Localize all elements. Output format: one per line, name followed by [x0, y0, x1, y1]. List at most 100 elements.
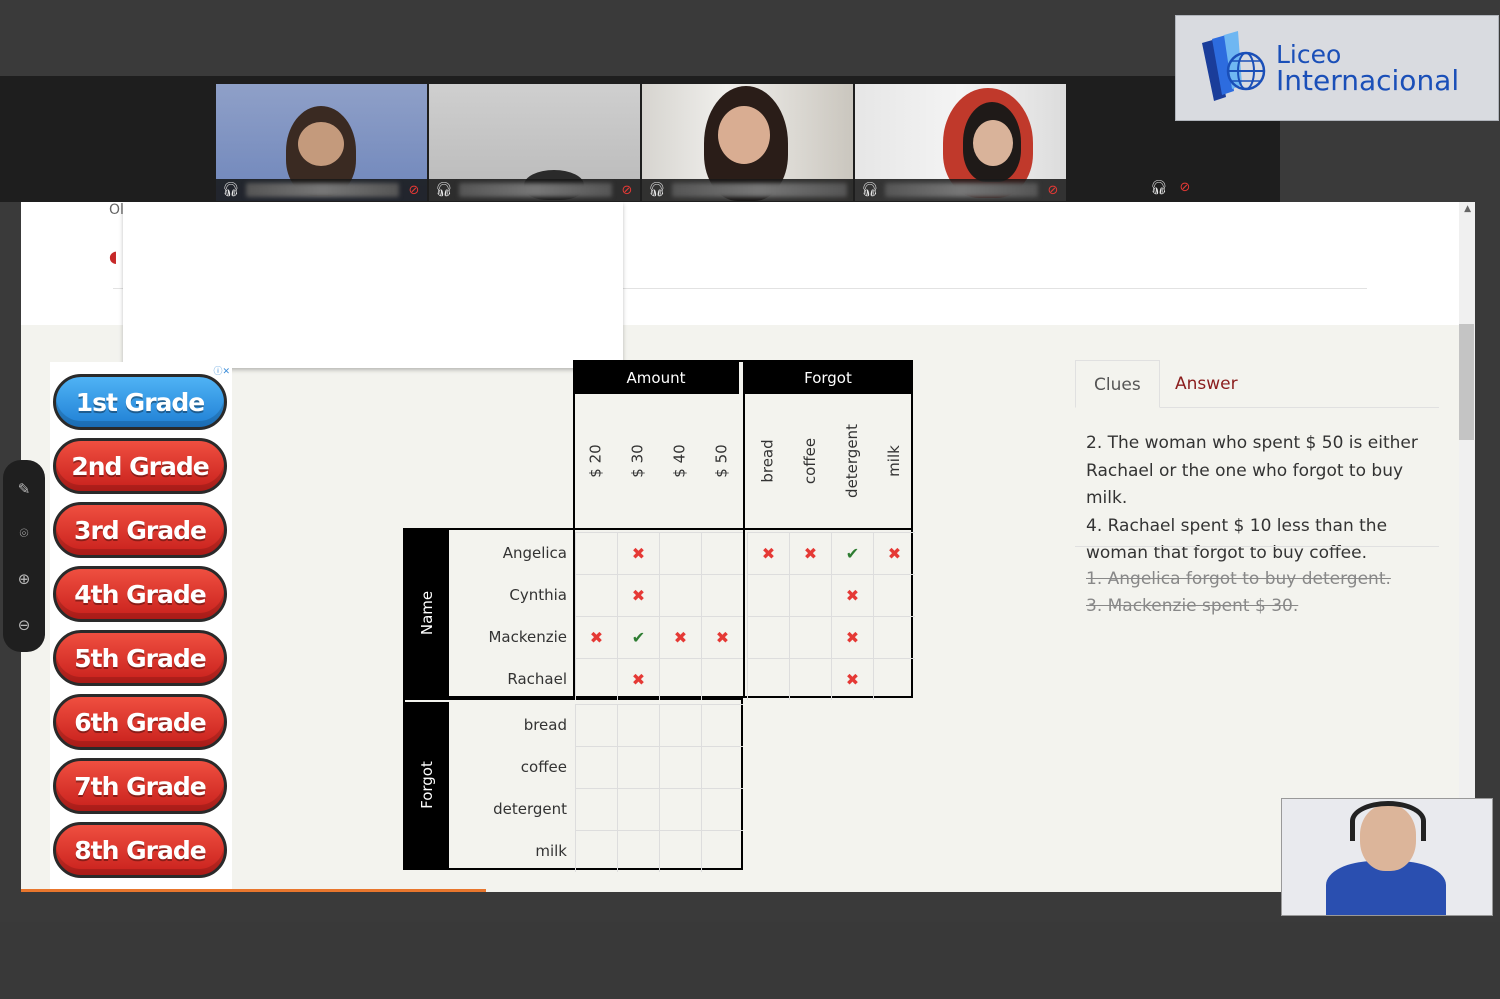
grid-cell[interactable] — [701, 788, 743, 830]
self-view-video[interactable] — [1281, 798, 1493, 916]
grid-cell-cross-icon[interactable]: ✖ — [617, 658, 659, 700]
tab-answer[interactable]: Answer — [1157, 360, 1256, 408]
grid-cell[interactable] — [789, 658, 831, 700]
grid-cell-cross-icon[interactable]: ✖ — [575, 616, 617, 658]
participant-controls-5: 🎧︎ ⊘ — [1150, 180, 1192, 196]
grid-cell-cross-icon[interactable]: ✖ — [617, 532, 659, 574]
grid-cell[interactable] — [701, 704, 743, 746]
grid-cell-cross-icon[interactable]: ✖ — [831, 574, 873, 616]
grid-cell[interactable] — [575, 532, 617, 574]
participant-tile-4[interactable]: 🎧︎ ⊘ — [855, 84, 1066, 201]
grid-cell-cross-icon[interactable]: ✖ — [747, 532, 789, 574]
mic-off-icon[interactable]: ⊘ — [1178, 180, 1192, 196]
grade-button[interactable]: 5th Grade — [53, 630, 227, 686]
grid-cell[interactable] — [659, 658, 701, 700]
grade-button[interactable]: 6th Grade — [53, 694, 227, 750]
grid-cell[interactable] — [659, 830, 701, 872]
grid-cell[interactable] — [617, 704, 659, 746]
blurred-participant-name — [672, 183, 847, 197]
grid-cell-cross-icon[interactable]: ✖ — [701, 616, 743, 658]
bottom-bar — [0, 922, 1500, 999]
completed-clue-item[interactable]: 3. Mackenzie spent $ 30. — [1086, 593, 1442, 620]
grid-cell[interactable] — [747, 616, 789, 658]
grade-button[interactable]: 7th Grade — [53, 758, 227, 814]
blurred-participant-name — [459, 183, 612, 197]
grid-cell[interactable] — [617, 746, 659, 788]
participant-namebar: 🎧︎ ⊘ — [855, 179, 1066, 201]
zoom-out-icon[interactable]: ⊖ — [3, 616, 45, 634]
grid-cell[interactable] — [575, 658, 617, 700]
grid-cell[interactable] — [575, 830, 617, 872]
grid-cell[interactable] — [873, 574, 915, 616]
grid-cell[interactable] — [701, 658, 743, 700]
participant-tile-1[interactable]: 🎧︎ ⊘ — [216, 84, 427, 201]
headphones-icon[interactable]: 🎧︎ — [861, 182, 879, 198]
grid-cell-cross-icon[interactable]: ✖ — [831, 658, 873, 700]
grid-cell[interactable] — [659, 532, 701, 574]
headphones-icon[interactable]: 🎧︎ — [1150, 180, 1168, 196]
grid-cell[interactable] — [659, 574, 701, 616]
grid-cell[interactable] — [701, 532, 743, 574]
zoom-in-icon[interactable]: ⊕ — [3, 570, 45, 588]
annotation-toolbar: ✎ ⌾ ⊕ ⊖ — [3, 460, 45, 652]
tab-clues[interactable]: Clues — [1075, 360, 1160, 408]
grid-cell[interactable] — [701, 746, 743, 788]
grid-cell[interactable] — [873, 658, 915, 700]
scroll-up-icon[interactable]: ▲ — [1464, 204, 1471, 214]
grid-cell[interactable] — [575, 574, 617, 616]
header-stub-icon: ◖ — [109, 247, 118, 266]
participant-namebar: 🎧︎ ⊘ — [216, 179, 427, 201]
grid-cell[interactable] — [789, 616, 831, 658]
grid-cell[interactable] — [617, 788, 659, 830]
logic-puzzle-grid: Amount Forgot Name Forgot $ 20 $ 30 $ 40 $ … — [403, 360, 915, 872]
completed-clue-item[interactable]: 1. Angelica forgot to buy detergent. — [1086, 566, 1442, 593]
grid-cell-check-icon[interactable]: ✔ — [617, 616, 659, 658]
grid-cell[interactable] — [659, 746, 701, 788]
headphones-icon[interactable]: 🎧︎ — [222, 182, 240, 198]
clue-item[interactable]: 4. Rachael spent $ 10 less than the woma… — [1086, 513, 1442, 568]
scroll-thumb[interactable] — [1459, 324, 1474, 440]
grid-cell-cross-icon[interactable]: ✖ — [873, 532, 915, 574]
grid-cell[interactable] — [617, 830, 659, 872]
grid-cell[interactable] — [701, 830, 743, 872]
grade-button[interactable]: 1st Grade — [53, 374, 227, 430]
blurred-participant-name — [246, 183, 399, 197]
grid-cell[interactable] — [701, 574, 743, 616]
grade-button[interactable]: 4th Grade — [53, 566, 227, 622]
logo-text: Liceo Internacional — [1276, 42, 1459, 95]
mic-off-icon[interactable]: ⊘ — [620, 183, 634, 198]
grid-cell-cross-icon[interactable]: ✖ — [659, 616, 701, 658]
grid-cell-cross-icon[interactable]: ✖ — [789, 532, 831, 574]
participant-tile-2[interactable]: 🎧︎ ⊘ — [429, 84, 640, 201]
grid-cell[interactable] — [873, 616, 915, 658]
grid-cell[interactable] — [659, 704, 701, 746]
ad-close-icon[interactable]: ⓘ✕ — [213, 364, 230, 377]
grid-cell[interactable] — [575, 788, 617, 830]
grid-cell[interactable] — [747, 658, 789, 700]
headphones-icon[interactable]: 🎧︎ — [648, 182, 666, 198]
page-scrollbar[interactable]: ▲ — [1459, 202, 1475, 892]
grid-cell-cross-icon[interactable]: ✖ — [617, 574, 659, 616]
school-logo: Liceo Internacional — [1175, 15, 1499, 121]
grid-cell[interactable] — [789, 574, 831, 616]
participant-tile-3[interactable]: 🎧︎ — [642, 84, 853, 201]
grid-cell[interactable] — [659, 788, 701, 830]
grid-cell[interactable] — [575, 704, 617, 746]
clue-item[interactable]: 2. The woman who spent $ 50 is either Ra… — [1086, 430, 1442, 513]
grid-cell[interactable] — [575, 746, 617, 788]
mic-off-icon[interactable]: ⊘ — [407, 183, 421, 198]
grid-cell-check-icon[interactable]: ✔ — [831, 532, 873, 574]
grid-cell[interactable] — [747, 574, 789, 616]
completed-clues: 1. Angelica forgot to buy detergent. 3. … — [1086, 566, 1442, 620]
mic-off-icon[interactable]: ⊘ — [1046, 183, 1060, 198]
header-stub-text: Ol — [109, 202, 124, 218]
headphones-icon[interactable]: 🎧︎ — [435, 182, 453, 198]
grade-button[interactable]: 8th Grade — [53, 822, 227, 878]
grade-button[interactable]: 3rd Grade — [53, 502, 227, 558]
grid-cell-cross-icon[interactable]: ✖ — [831, 616, 873, 658]
loading-progress-line — [21, 889, 486, 892]
pen-icon[interactable]: ✎ — [3, 480, 45, 498]
grade-button[interactable]: 2nd Grade — [53, 438, 227, 494]
broadcast-icon[interactable]: ⌾ — [3, 524, 45, 542]
participant-video-strip — [0, 76, 1280, 202]
